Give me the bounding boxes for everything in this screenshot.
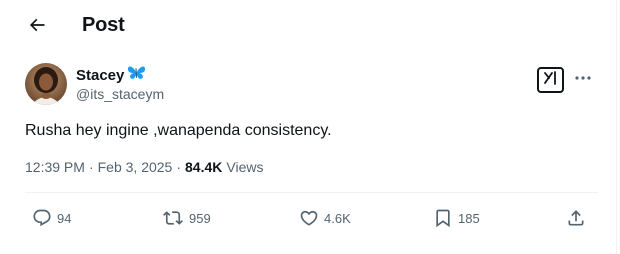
author-name-row[interactable]: Stacey — [76, 65, 146, 86]
reply-icon — [32, 208, 52, 228]
page-header: Post — [0, 0, 616, 52]
column-border — [616, 0, 617, 254]
page-title: Post — [82, 14, 125, 36]
post-page: Post Stacey @its_staceym Rusha hey ingin… — [0, 0, 620, 254]
action-bar: 94 959 4.6K 185 — [0, 205, 616, 231]
repost-icon — [162, 208, 184, 228]
author-handle[interactable]: @its_staceym — [76, 86, 164, 102]
repost-count: 959 — [189, 210, 211, 226]
grok-icon — [543, 70, 559, 91]
reply-button[interactable]: 94 — [32, 205, 71, 231]
meta-separator: · — [88, 159, 94, 175]
butterfly-icon — [127, 65, 146, 86]
meta-separator: · — [176, 159, 182, 175]
arrow-left-icon — [27, 15, 47, 40]
author-name[interactable]: Stacey — [76, 67, 124, 84]
back-button[interactable] — [22, 12, 52, 42]
more-dots-icon — [574, 68, 592, 86]
views-label: Views — [226, 159, 264, 175]
more-options-button[interactable] — [572, 66, 594, 88]
tweet-date[interactable]: Feb 3, 2025 — [98, 159, 173, 175]
avatar[interactable] — [25, 63, 67, 105]
like-count: 4.6K — [324, 210, 351, 226]
like-button[interactable]: 4.6K — [299, 205, 351, 231]
tweet-text: Rusha hey ingine ,wanapenda consistency. — [25, 122, 332, 139]
views-count[interactable]: 84.4K — [185, 159, 222, 175]
tweet-meta: 12:39 PM · Feb 3, 2025 · 84.4K Views — [25, 159, 263, 175]
bookmark-icon — [433, 208, 453, 228]
share-button[interactable] — [566, 205, 586, 231]
repost-button[interactable]: 959 — [162, 205, 211, 231]
grok-button[interactable] — [537, 67, 564, 93]
reply-count: 94 — [57, 210, 72, 226]
share-icon — [566, 208, 586, 228]
divider — [25, 192, 598, 193]
bookmark-count: 185 — [458, 210, 480, 226]
tweet-time[interactable]: 12:39 PM — [25, 159, 85, 175]
bookmark-button[interactable]: 185 — [433, 205, 480, 231]
heart-icon — [299, 208, 319, 228]
